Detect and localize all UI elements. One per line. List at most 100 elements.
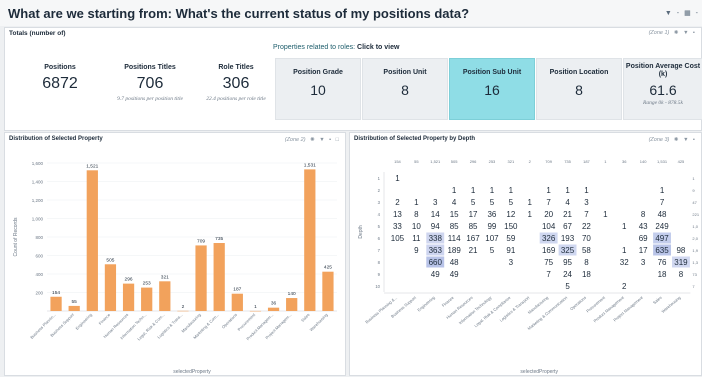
row-total: 1 bbox=[692, 176, 695, 181]
row-total: 73 bbox=[692, 272, 697, 277]
heatmap-cell-value: 193 bbox=[561, 234, 575, 243]
bar-value-label: 735 bbox=[215, 236, 223, 242]
menu-icon[interactable]: ▪ bbox=[693, 30, 695, 36]
zone-label: (Zone 1) bbox=[648, 30, 670, 36]
zone-tag: (Zone 3) ✺ ▼ ▪ bbox=[649, 137, 695, 143]
heatmap-cell-value: 1 bbox=[660, 186, 665, 195]
heatmap-cell-value: 7 bbox=[660, 198, 665, 207]
property-value: 10 bbox=[310, 82, 326, 98]
column-total: 1,521 bbox=[430, 159, 441, 164]
y-tick-label: 1,000 bbox=[32, 217, 44, 222]
row-total: 7 bbox=[692, 284, 695, 289]
heatmap-cell-value: 1 bbox=[622, 246, 627, 255]
row-label: 4 bbox=[378, 212, 381, 217]
heatmap-cell-value: 2 bbox=[622, 282, 627, 291]
heatmap-cell-value: 75 bbox=[544, 258, 553, 267]
column-total: 187 bbox=[583, 159, 590, 164]
heatmap-cell-value: 32 bbox=[620, 258, 629, 267]
heatmap-cell-value: 1 bbox=[414, 198, 419, 207]
heatmap-cell-value: 1 bbox=[452, 186, 457, 195]
property-card-position-grade[interactable]: Position Grade 10 bbox=[275, 58, 361, 120]
heatmap-cell-value: 1 bbox=[565, 186, 570, 195]
bar bbox=[195, 245, 207, 311]
row-label: 2 bbox=[378, 188, 381, 193]
heatmap-cell-value: 7 bbox=[584, 210, 589, 219]
bar-value-label: 505 bbox=[106, 257, 114, 263]
menu-icon[interactable]: ▪ bbox=[329, 137, 331, 143]
heatmap-panel: Distribution of Selected Property by Dep… bbox=[349, 132, 702, 376]
column-total: 1,531 bbox=[657, 159, 668, 164]
heatmap-cell-value: 9 bbox=[414, 246, 419, 255]
total-position-titles: Positions Titles 706 9.7 positions per p… bbox=[109, 64, 191, 103]
column-total: 321 bbox=[508, 159, 515, 164]
grid-icon[interactable]: ▦ bbox=[684, 10, 691, 17]
property-label: Position Location bbox=[549, 69, 609, 76]
filter-icon[interactable]: ▼ bbox=[319, 137, 324, 143]
heatmap-cell-value: 21 bbox=[563, 210, 572, 219]
heatmap-cell-value: 660 bbox=[429, 258, 443, 267]
filter-icon[interactable]: ▼ bbox=[665, 10, 672, 17]
bar bbox=[213, 243, 225, 311]
heatmap-cell-value: 85 bbox=[469, 222, 478, 231]
property-card-position-average-cost[interactable]: Position Average Cost (k) 61.6 Range 0k … bbox=[623, 58, 702, 120]
heatmap-cell-value: 1 bbox=[546, 186, 551, 195]
bar bbox=[177, 310, 189, 312]
heatmap-cell-value: 48 bbox=[658, 210, 667, 219]
bar bbox=[141, 287, 153, 311]
heatmap-cell-value: 21 bbox=[469, 246, 478, 255]
heatmap-cell-value: 76 bbox=[658, 258, 667, 267]
property-card-position-sub-unit[interactable]: Position Sub Unit 16 bbox=[449, 58, 535, 120]
bar-value-label: 1,521 bbox=[86, 163, 98, 169]
row-total: 2,0 bbox=[692, 236, 698, 241]
total-value: 6872 bbox=[42, 75, 78, 92]
expand-icon[interactable]: □ bbox=[336, 137, 339, 143]
window-controls[interactable]: ▼ - ▦ - bbox=[662, 9, 698, 17]
row-label: 1 bbox=[378, 176, 381, 181]
heatmap-cell-value: 3 bbox=[641, 258, 646, 267]
property-value: 8 bbox=[575, 82, 583, 98]
heatmap-cell-value: 3 bbox=[584, 198, 589, 207]
bar bbox=[68, 305, 80, 311]
property-card-position-location[interactable]: Position Location 8 bbox=[536, 58, 622, 120]
heatmap-cell-value: 8 bbox=[414, 210, 419, 219]
row-total: 1,3 bbox=[692, 260, 698, 265]
filter-icon[interactable]: ▼ bbox=[683, 137, 688, 143]
bar-value-label: 253 bbox=[143, 281, 151, 287]
heatmap-cell-value: 94 bbox=[431, 222, 440, 231]
settings-icon[interactable]: ✺ bbox=[310, 137, 315, 143]
heatmap-cell-value: 1 bbox=[509, 186, 514, 195]
settings-icon[interactable]: ✺ bbox=[674, 137, 679, 143]
bar-value-label: 154 bbox=[52, 290, 60, 296]
properties-action: Click to view bbox=[357, 44, 400, 51]
x-tick-label: Sales bbox=[300, 312, 311, 323]
column-total: 505 bbox=[451, 159, 458, 164]
property-card-position-unit[interactable]: Position Unit 8 bbox=[362, 58, 448, 120]
heatmap-cell-value: 49 bbox=[450, 270, 459, 279]
property-label: Position Sub Unit bbox=[462, 69, 522, 76]
x-axis-label: selectedProperty bbox=[173, 369, 211, 375]
y-tick-label: 800 bbox=[35, 235, 43, 240]
heatmap-cell-value: 36 bbox=[487, 210, 496, 219]
row-total: 9 bbox=[692, 188, 695, 193]
heatmap-cell-value: 4 bbox=[452, 198, 457, 207]
settings-icon[interactable]: ✺ bbox=[674, 30, 679, 36]
property-subtitle: Range 0k - 878.5k bbox=[642, 100, 683, 106]
property-label: Position Unit bbox=[383, 69, 427, 76]
heatmap-cell-value: 107 bbox=[485, 234, 499, 243]
heatmap-cell-value: 69 bbox=[639, 234, 648, 243]
total-subtitle: 9.7 positions per position title bbox=[117, 96, 183, 102]
row-total: 221 bbox=[692, 212, 699, 217]
x-tick-label: Engineering bbox=[416, 295, 436, 313]
heatmap-cell-value: 2 bbox=[395, 198, 400, 207]
filter-icon[interactable]: ▼ bbox=[683, 30, 688, 36]
separator: - bbox=[676, 10, 680, 17]
column-total: 425 bbox=[678, 159, 685, 164]
panel-title: Distribution of Selected Property by Dep… bbox=[354, 136, 476, 142]
heatmap-cell-value: 8 bbox=[679, 270, 684, 279]
heatmap-cell-value: 325 bbox=[561, 246, 575, 255]
heatmap-cell-value: 150 bbox=[504, 222, 518, 231]
menu-icon[interactable]: ▪ bbox=[693, 137, 695, 143]
heatmap-cell-value: 95 bbox=[563, 258, 572, 267]
heatmap-cell-value: 1 bbox=[528, 198, 533, 207]
total-label: Positions Titles bbox=[124, 64, 176, 71]
